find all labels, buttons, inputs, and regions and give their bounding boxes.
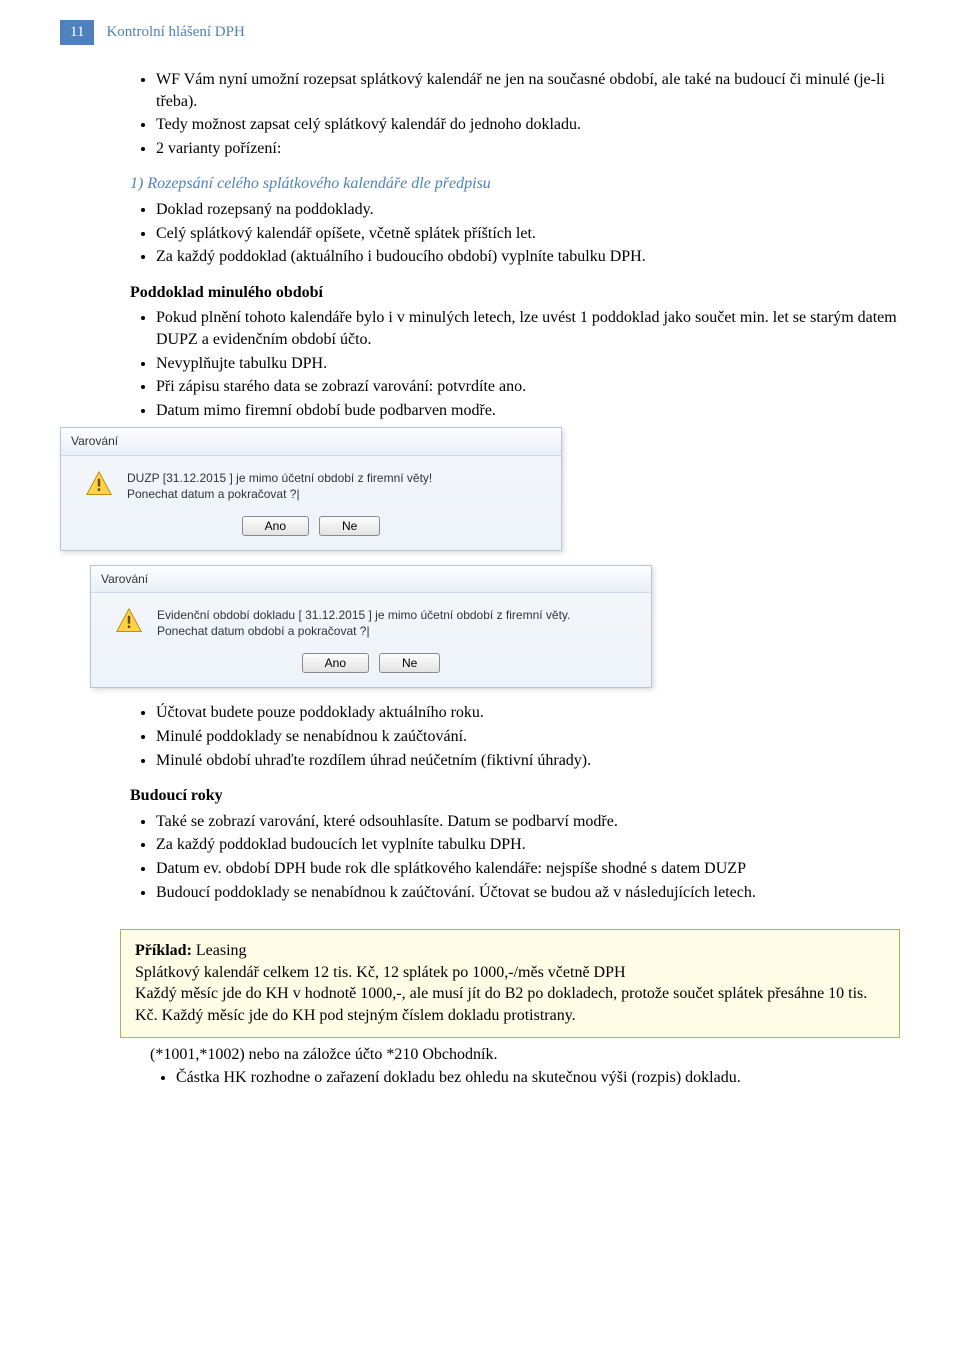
list-item: Nevyplňujte tabulku DPH. (156, 353, 900, 375)
list-item: Účtovat budete pouze poddoklady aktuální… (156, 702, 900, 724)
list-item: Také se zobrazí varování, které odsouhla… (156, 811, 900, 833)
example-line: Splátkový kalendář celkem 12 tis. Kč, 12… (135, 962, 885, 984)
dialog-title: Varování (61, 428, 561, 455)
example-box: Příklad: Leasing Splátkový kalendář celk… (120, 929, 900, 1037)
predpis-list: Doklad rozepsaný na poddoklady. Celý spl… (130, 199, 900, 268)
list-item: Minulé období uhraďte rozdílem úhrad neú… (156, 750, 900, 772)
warning-dialog-1: Varování DUZP [31.12.2015 ] je mimo účet… (60, 427, 562, 551)
yes-button[interactable]: Ano (242, 516, 309, 536)
page-header: 11 Kontrolní hlášení DPH (60, 20, 900, 45)
dialog-line: Evidenční období dokladu [ 31.12.2015 ] … (157, 607, 570, 623)
list-item: Doklad rozepsaný na poddoklady. (156, 199, 900, 221)
section-heading-predpis: 1) Rozepsání celého splátkového kalendář… (130, 173, 900, 195)
warning-dialog-2: Varování Evidenční období dokladu [ 31.1… (90, 565, 652, 689)
tail-list: Částka HK rozhodne o zařazení dokladu be… (150, 1067, 900, 1089)
dialog-message: Evidenční období dokladu [ 31.12.2015 ] … (157, 607, 570, 639)
no-button[interactable]: Ne (379, 653, 440, 673)
intro-list: WF Vám nyní umožní rozepsat splátkový ka… (130, 69, 900, 159)
list-item: Tedy možnost zapsat celý splátkový kalen… (156, 114, 900, 136)
page-number-box: 11 (60, 20, 94, 45)
list-item: Za každý poddoklad budoucích let vyplnít… (156, 834, 900, 856)
list-item: Pokud plnění tohoto kalendáře bylo i v m… (156, 307, 900, 350)
dialog-line: Ponechat datum období a pokračovat ?| (157, 623, 570, 639)
dialog-title: Varování (91, 566, 651, 593)
list-item: 2 varianty pořízení: (156, 138, 900, 160)
dialog-line: DUZP [31.12.2015 ] je mimo účetní období… (127, 470, 432, 486)
warning-icon (115, 607, 143, 635)
page-title: Kontrolní hlášení DPH (106, 24, 244, 41)
dialog-line: Ponechat datum a pokračovat ?| (127, 486, 432, 502)
example-line: Každý měsíc jde do KH v hodnotě 1000,-, … (135, 983, 885, 1026)
list-item: WF Vám nyní umožní rozepsat splátkový ka… (156, 69, 900, 112)
list-item: Částka HK rozhodne o zařazení dokladu be… (176, 1067, 900, 1089)
warning-icon (85, 470, 113, 498)
list-item: Minulé poddoklady se nenabídnou k zaúčto… (156, 726, 900, 748)
no-button[interactable]: Ne (319, 516, 380, 536)
yes-button[interactable]: Ano (302, 653, 369, 673)
section-heading-budouci: Budoucí roky (130, 785, 900, 807)
section-heading-minule: Poddoklad minulého období (130, 282, 900, 304)
minule-list: Pokud plnění tohoto kalendáře bylo i v m… (130, 307, 900, 421)
list-item: Při zápisu starého data se zobrazí varov… (156, 376, 900, 398)
list-item: Datum mimo firemní období bude podbarven… (156, 400, 900, 422)
tail-text: (*1001,*1002) nebo na záložce účto *210 … (150, 1044, 900, 1066)
after-dialog-list: Účtovat budete pouze poddoklady aktuální… (130, 702, 900, 771)
budouci-list: Také se zobrazí varování, které odsouhla… (130, 811, 900, 903)
list-item: Celý splátkový kalendář opíšete, včetně … (156, 223, 900, 245)
example-topic: Leasing (192, 942, 247, 959)
list-item: Budoucí poddoklady se nenabídnou k zaúčt… (156, 882, 900, 904)
example-label: Příklad: (135, 942, 192, 959)
dialog-message: DUZP [31.12.2015 ] je mimo účetní období… (127, 470, 432, 502)
list-item: Datum ev. období DPH bude rok dle splátk… (156, 858, 900, 880)
list-item: Za každý poddoklad (aktuálního i budoucí… (156, 246, 900, 268)
